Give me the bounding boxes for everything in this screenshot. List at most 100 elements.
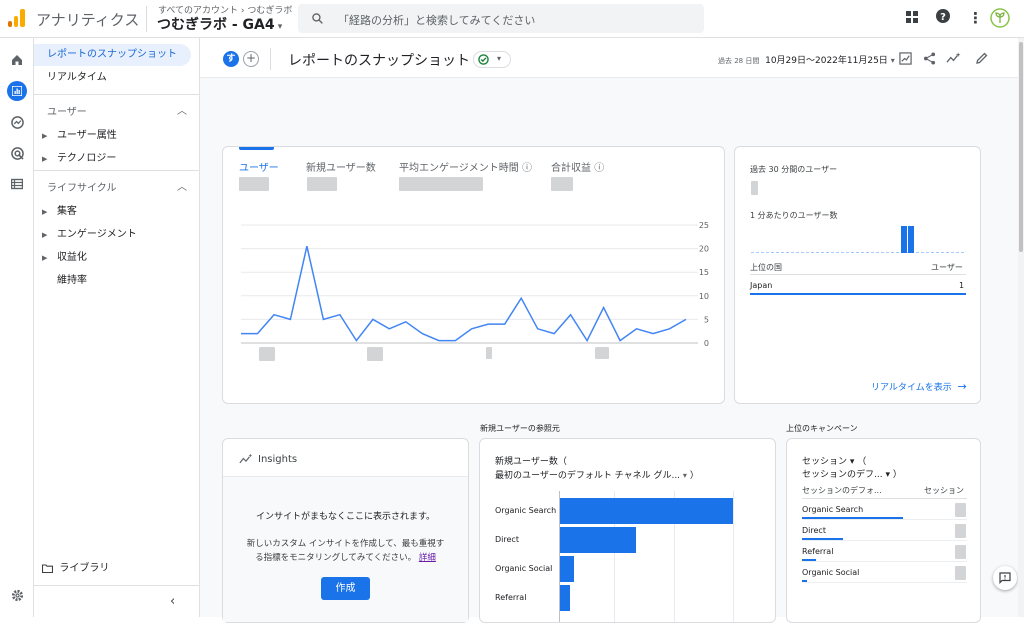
referral-card: 新規ユーザー数（ 最初のユーザーのデフォルト チャネル グル... ▾ ） Or… [479, 438, 776, 623]
date-range-selector[interactable]: 過去 28 日間 10月29日〜2022年11月25日 ▾ [718, 53, 895, 66]
realtime-link-label: リアルタイムを表示 [871, 383, 952, 393]
apps-icon[interactable] [906, 9, 918, 27]
campaign-section-title: 上位のキャンペーン [786, 424, 858, 433]
campaign-row-divider [802, 582, 967, 583]
nav-item-snapshot[interactable]: レポートのスナップショット [34, 44, 191, 66]
view-realtime-link[interactable]: リアルタイムを表示 → [871, 380, 967, 393]
per-minute-bar [901, 226, 907, 253]
redacted-date-label [595, 347, 609, 359]
settings-gear-icon[interactable] [7, 585, 27, 605]
insights-trend-icon [239, 453, 253, 464]
campaign-col-sessions: セッション [924, 486, 964, 495]
share-icon[interactable] [923, 52, 936, 68]
expand-triangle-icon: ▶ [42, 155, 48, 163]
report-nav: レポートのスナップショット リアルタイム ユーザー ︿ ▶ ユーザー属性 ▶ テ… [34, 38, 200, 617]
referral-gridline [733, 491, 734, 622]
reports-icon[interactable] [7, 81, 27, 101]
create-insight-button[interactable]: 作成 [321, 577, 370, 600]
nav-item-label: 集客 [56, 206, 77, 217]
status-chip[interactable]: ▾ [473, 51, 511, 68]
learn-more-link[interactable]: 詳細 [419, 553, 436, 563]
referral-row-label: Organic Social [495, 564, 553, 573]
referral-bar[interactable] [560, 585, 570, 611]
referral-title-line1: 新規ユーザー数（ [495, 457, 567, 467]
referral-title[interactable]: 新規ユーザー数（ 最初のユーザーのデフォルト チャネル グル... ▾ ） [495, 456, 699, 483]
feedback-button[interactable] [993, 566, 1017, 590]
country-name: Japan [750, 281, 773, 290]
account-avatar-icon[interactable] [990, 8, 1010, 32]
insights-text: る指標をモニタリングしてみてください。 [255, 553, 417, 563]
top-bar: アナリティクス すべてのアカウント › つむぎラボ つむぎラボ - GA4 ▾ … [0, 0, 1024, 38]
nav-item-label: ユーザー属性 [56, 130, 117, 141]
check-circle-icon [478, 54, 489, 65]
nav-section-lifecycle[interactable]: ライフサイクル [47, 179, 117, 194]
main-content: す + レポートのスナップショット ▾ 過去 28 日間 10月29日〜2022… [200, 38, 1024, 623]
redacted-value [955, 545, 966, 559]
nav-item-acquisition[interactable]: ▶ 集客 [42, 202, 77, 217]
comparison-avatar[interactable]: す [223, 51, 239, 67]
campaign-row-label: Organic Search [802, 505, 864, 514]
redacted-date-label [486, 347, 492, 359]
campaign-title[interactable]: セッション ▾ （ セッションのデフ... ▾ ） [802, 456, 902, 482]
nav-item-label: エンゲージメント [56, 229, 137, 240]
search-box[interactable]: 「経路の分析」と検索してみてください [298, 4, 704, 33]
insights-heading: インサイトがまもなくここに表示されます。 [255, 512, 436, 522]
search-placeholder: 「経路の分析」と検索してみてください [338, 14, 536, 27]
referral-bar[interactable] [560, 556, 574, 582]
edit-pencil-icon[interactable] [976, 52, 988, 67]
nav-section-user[interactable]: ユーザー [47, 103, 87, 118]
home-icon[interactable] [7, 50, 27, 70]
country-value: 1 [959, 281, 965, 290]
nav-item-technology[interactable]: ▶ テクノロジー [42, 149, 116, 164]
property-selector[interactable]: つむぎラボ - GA4 ▾ [157, 14, 282, 34]
collapse-chevron-left-icon[interactable]: ‹ [170, 594, 175, 609]
search-icon [312, 13, 323, 24]
app-name: アナリティクス [36, 11, 140, 29]
nav-item-monetization[interactable]: ▶ 収益化 [42, 248, 87, 263]
expand-triangle-icon: ▶ [42, 231, 48, 239]
nav-item-label: 収益化 [56, 252, 87, 263]
explore-icon[interactable] [7, 112, 27, 132]
configure-icon[interactable] [7, 174, 27, 194]
help-icon[interactable]: ? [936, 9, 950, 27]
chevron-up-icon[interactable]: ︿ [177, 102, 187, 117]
country-divider [750, 274, 966, 275]
campaign-title-line2: セッションのデフ... [802, 470, 883, 480]
nav-item-demographics[interactable]: ▶ ユーザー属性 [42, 126, 117, 141]
customize-report-icon[interactable] [899, 52, 912, 68]
insights-text-line2: る指標をモニタリングしてみてください。 詳細 [223, 551, 468, 563]
dropdown-caret-icon: ▾ [890, 56, 895, 65]
redacted-value [955, 566, 966, 580]
insights-sparkle-icon[interactable] [946, 52, 961, 68]
y-tick-label: 5 [704, 315, 709, 324]
dropdown-caret-icon: ▾ [497, 54, 502, 63]
referral-bar[interactable] [560, 527, 636, 553]
campaign-title-end: ▾ ） [885, 470, 902, 480]
scrollbar-thumb[interactable] [1019, 42, 1023, 252]
y-tick-label: 25 [699, 221, 709, 230]
y-tick-label: 15 [699, 268, 709, 277]
realtime-title: 過去 30 分間のユーザー [750, 165, 838, 174]
metrics-card: ユーザー 新規ユーザー数 平均エンゲージメント時間 ⓘ 合計収益 ⓘ 25 20 1… [222, 146, 725, 404]
add-comparison-icon[interactable]: + [243, 51, 259, 67]
folder-icon [41, 563, 54, 573]
avatar-letter: す [226, 54, 236, 64]
country-bar [750, 293, 966, 295]
nav-item-library[interactable]: ライブラリ [41, 559, 109, 574]
divider [146, 6, 147, 32]
referral-bar[interactable] [560, 498, 733, 524]
nav-item-engagement[interactable]: ▶ エンゲージメント [42, 225, 137, 240]
chevron-up-icon[interactable]: ︿ [177, 178, 187, 193]
analytics-logo-icon[interactable] [8, 9, 26, 27]
nav-item-realtime[interactable]: リアルタイム [34, 67, 191, 89]
nav-item-retention[interactable]: 維持率 [57, 271, 87, 286]
users-header: ユーザー [931, 263, 963, 272]
users-series-line [241, 246, 687, 343]
more-vert-icon[interactable]: ⋮ [968, 9, 983, 27]
advertising-icon[interactable] [7, 143, 27, 163]
page-scrollbar[interactable] [1018, 38, 1024, 617]
referral-title-line2: 最初のユーザーのデフォルト チャネル グル... [495, 471, 681, 481]
realtime-card: 過去 30 分間のユーザー 1 分あたりのユーザー数 上位の国 ユーザー Jap… [734, 146, 981, 404]
report-header: す + レポートのスナップショット ▾ 過去 28 日間 10月29日〜2022… [200, 38, 1024, 78]
insights-body: インサイトがまもなくここに表示されます。 新しいカスタム インサイトを作成して、… [223, 477, 468, 622]
